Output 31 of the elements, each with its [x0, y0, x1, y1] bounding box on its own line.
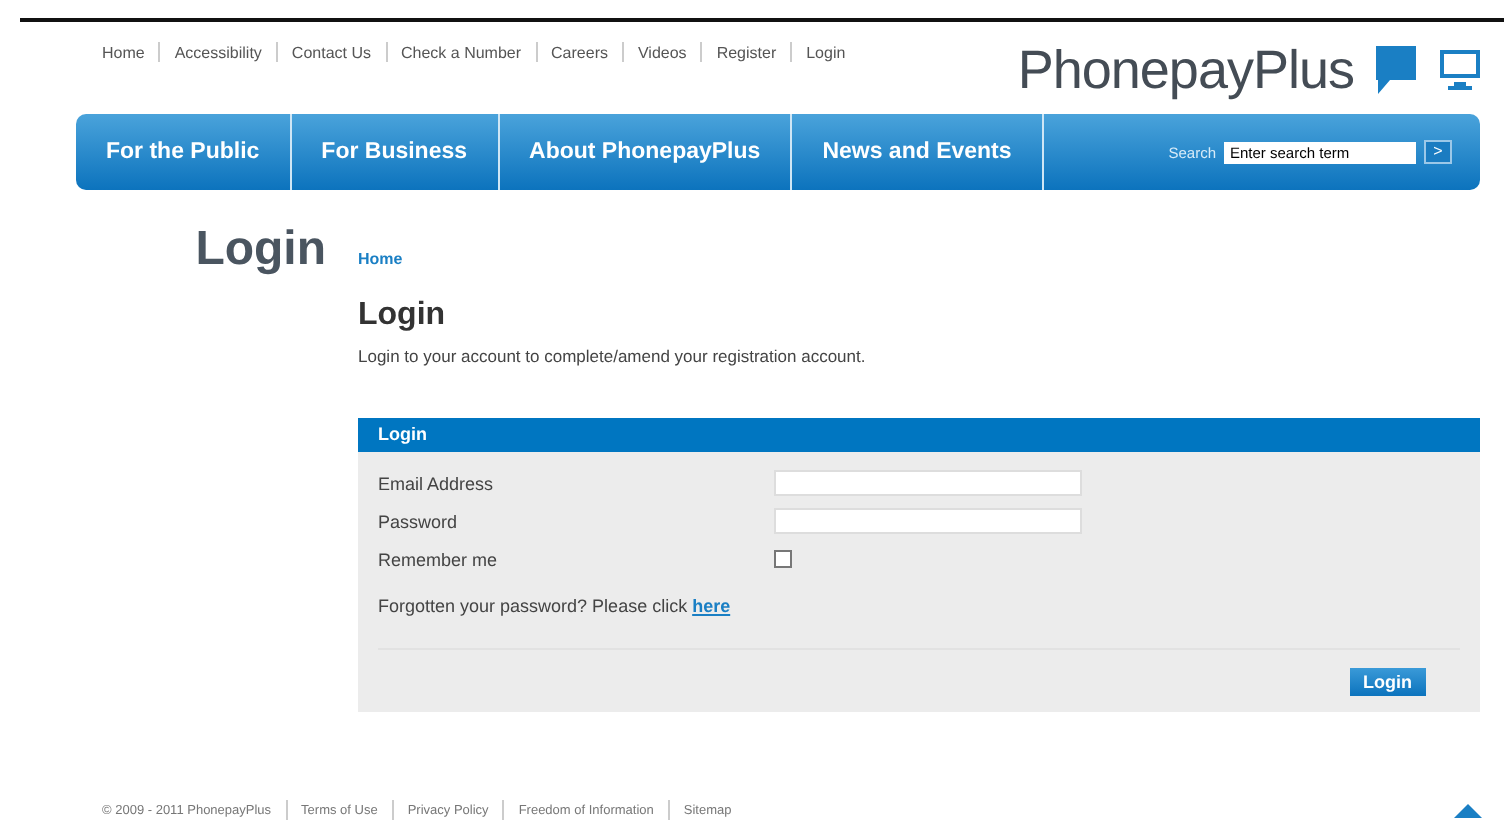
forgot-password-text: Forgotten your password? Please click here [378, 596, 733, 616]
panel-header: Login [358, 418, 1480, 452]
top-link[interactable]: Register [716, 43, 777, 61]
site-logo[interactable]: PhonepayPlus [1017, 39, 1354, 101]
login-button[interactable]: Login [1349, 668, 1426, 696]
top-link[interactable]: Contact Us [291, 43, 371, 61]
field-label: Password [378, 511, 460, 531]
intro-text: Login to your account to complete/amend your registration account. [358, 346, 868, 366]
input-field[interactable] [774, 508, 1082, 534]
top-link[interactable]: Accessibility [174, 43, 262, 61]
nav-tab[interactable]: News and Events [792, 114, 1044, 190]
nav-tab[interactable]: For the Public [76, 114, 292, 190]
page-heading: Login [358, 298, 448, 334]
top-link[interactable]: Home [102, 43, 145, 61]
top-link[interactable]: Videos [637, 43, 687, 61]
page-title: Login [193, 222, 328, 280]
monitor-icon[interactable] [1438, 48, 1482, 92]
nav-tab[interactable]: For Business [291, 114, 500, 190]
top-link[interactable]: Check a Number [401, 43, 522, 61]
nav-tab[interactable]: About PhonepayPlus [499, 114, 793, 190]
breadcrumb-link[interactable]: Home [358, 250, 403, 268]
input-field[interactable] [774, 470, 1082, 496]
top-link[interactable]: Careers [551, 43, 608, 61]
search-button[interactable]: > [1424, 140, 1452, 164]
speech-bubble-icon[interactable] [1374, 44, 1418, 96]
checkbox[interactable] [774, 550, 792, 568]
field-label: Email Address [378, 473, 496, 493]
field-label: Remember me [378, 549, 500, 569]
up-arrow-icon[interactable] [1454, 803, 1482, 817]
top-link[interactable]: Login [806, 43, 846, 61]
reset-link[interactable]: here [692, 596, 731, 616]
